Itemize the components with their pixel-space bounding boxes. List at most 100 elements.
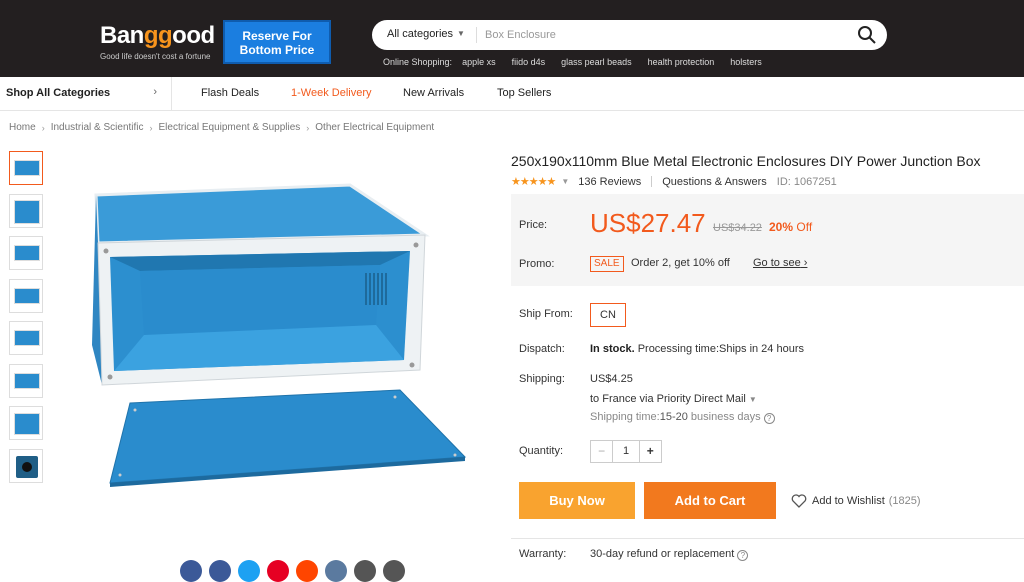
link-icon[interactable] (383, 560, 405, 582)
shipping-label: Shipping: (519, 373, 565, 385)
chevron-right-icon: › (149, 122, 153, 133)
top-header: Banggood Good life doesn't cost a fortun… (0, 0, 1024, 77)
thumbnail[interactable] (9, 321, 43, 355)
chevron-down-icon: ▼ (457, 29, 465, 38)
reserve-promo-banner[interactable]: Reserve For Bottom Price (223, 20, 331, 64)
thumbnail[interactable] (9, 193, 43, 228)
reviews-link[interactable]: 136 Reviews (578, 176, 641, 188)
thumbnail-image (14, 160, 40, 176)
original-price: US$34.22 (713, 222, 762, 234)
shop-all-categories-button[interactable]: Shop All Categories › (0, 77, 172, 110)
shipping-method-select[interactable]: to France via Priority Direct Mail ▼ (590, 393, 757, 405)
price-label: Price: (519, 219, 548, 231)
breadcrumb-item[interactable]: Electrical Equipment & Supplies (159, 122, 301, 133)
product-id: ID: 1067251 (776, 175, 837, 188)
promo-text: Order 2, get 10% off (631, 257, 730, 269)
hot-searches-label: Online Shopping: (383, 57, 453, 67)
share-icon[interactable] (325, 560, 347, 582)
thumbnail-strip (9, 151, 43, 491)
nav-new-arrivals[interactable]: New Arrivals (403, 87, 497, 99)
search-icon[interactable] (857, 25, 877, 45)
share-icons (180, 560, 405, 582)
discount-badge: 20% Off (769, 220, 812, 234)
divider (511, 538, 1024, 539)
warranty-info: 30-day refund or replacement? (590, 548, 749, 561)
nav-flash-deals[interactable]: Flash Deals (201, 87, 291, 99)
add-to-wishlist-button[interactable]: Add to Wishlist (1825) (791, 494, 921, 508)
thumbnail[interactable] (9, 151, 43, 185)
processing-time: Processing time:Ships in 24 hours (637, 343, 804, 355)
hot-search-link[interactable]: health protection (648, 57, 715, 67)
thumbnail-image (14, 199, 40, 224)
help-icon[interactable]: ? (763, 413, 775, 424)
star-rating-icon[interactable]: ★★★★★ (511, 175, 556, 188)
warranty-label: Warranty: (519, 548, 567, 560)
thumbnail-image (14, 330, 40, 346)
chevron-down-icon: ▼ (748, 395, 757, 404)
reddit-icon[interactable] (296, 560, 318, 582)
shop-all-label: Shop All Categories (6, 87, 111, 99)
thumbnail[interactable] (9, 236, 43, 270)
shipping-time-unit: business days (690, 411, 761, 423)
logo-text: Ban (100, 22, 144, 49)
vk-icon[interactable] (209, 560, 231, 582)
nav-1-week-delivery[interactable]: 1-Week Delivery (291, 87, 403, 99)
warranty-text: 30-day refund or replacement (590, 548, 735, 560)
thumbnail[interactable] (9, 406, 43, 440)
twitter-icon[interactable] (238, 560, 260, 582)
discount-off-label: Off (796, 220, 813, 234)
go-to-see-link[interactable]: Go to see › (753, 257, 807, 269)
breadcrumb-item[interactable]: Home (9, 122, 36, 133)
breadcrumb-item[interactable]: Other Electrical Equipment (315, 122, 434, 133)
main-nav: Shop All Categories › Flash Deals 1-Week… (0, 77, 1024, 111)
buy-now-button[interactable]: Buy Now (519, 482, 635, 519)
sale-badge: SALE (590, 256, 624, 272)
thumbnail[interactable] (9, 363, 43, 398)
nav-links: Flash Deals 1-Week Delivery New Arrivals… (201, 87, 551, 99)
quantity-decrease-button[interactable]: − (591, 441, 614, 462)
search-category-select[interactable]: All categories (387, 28, 453, 40)
breadcrumb-item[interactable]: Industrial & Scientific (51, 122, 144, 133)
search-divider (476, 27, 477, 43)
divider (651, 176, 653, 187)
thumbnail-image (14, 287, 40, 304)
nav-top-sellers[interactable]: Top Sellers (497, 87, 551, 99)
search-input[interactable] (485, 26, 845, 44)
product-main-image[interactable] (80, 175, 480, 495)
quantity-increase-button[interactable]: + (638, 441, 661, 462)
quantity-label: Quantity: (519, 445, 564, 457)
discount-percent: 20% (769, 220, 794, 234)
facebook-icon[interactable] (180, 560, 202, 582)
go-to-see-label: Go to see (753, 257, 801, 269)
add-to-cart-button[interactable]: Add to Cart (644, 482, 776, 519)
dispatch-info: In stock. Processing time:Ships in 24 ho… (590, 343, 804, 355)
shipping-method-text: to France via Priority Direct Mail (590, 393, 746, 405)
current-price: US$27.47 (590, 208, 706, 238)
ship-from-label: Ship From: (519, 308, 573, 320)
price-box: Price: US$27.47 US$34.22 20% Off Promo: … (511, 194, 1024, 286)
shipping-cost: US$4.25 (590, 373, 633, 385)
email-icon[interactable] (354, 560, 376, 582)
ship-from-cn-option[interactable]: CN (590, 303, 626, 327)
banggood-logo[interactable]: Banggood (100, 22, 215, 50)
thumbnail-image (16, 455, 38, 478)
hot-search-link[interactable]: glass pearl beads (561, 57, 632, 67)
thumbnail[interactable] (9, 278, 43, 313)
thumbnail[interactable] (9, 448, 43, 483)
logo-text-accent: gg (143, 22, 173, 49)
chevron-down-icon[interactable]: ▼ (561, 177, 569, 186)
hot-search-link[interactable]: fiido d4s (512, 57, 546, 67)
product-title: 250x190x110mm Blue Metal Electronic Encl… (511, 153, 981, 169)
logo-tagline: Good life doesn't cost a fortune (100, 52, 211, 61)
hot-search-link[interactable]: holsters (730, 57, 762, 67)
qa-link[interactable]: Questions & Answers (662, 176, 767, 188)
help-icon[interactable]: ? (737, 550, 749, 561)
chevron-right-icon: › (41, 122, 45, 133)
quantity-input[interactable]: 1 (613, 441, 638, 462)
heart-icon (791, 494, 807, 508)
hot-search-link[interactable]: apple xs (462, 57, 496, 67)
quantity-stepper: − 1 + (590, 440, 662, 463)
shipping-time-value: 15-20 (659, 411, 688, 423)
pinterest-icon[interactable] (267, 560, 289, 582)
chevron-right-icon: › (153, 86, 157, 98)
